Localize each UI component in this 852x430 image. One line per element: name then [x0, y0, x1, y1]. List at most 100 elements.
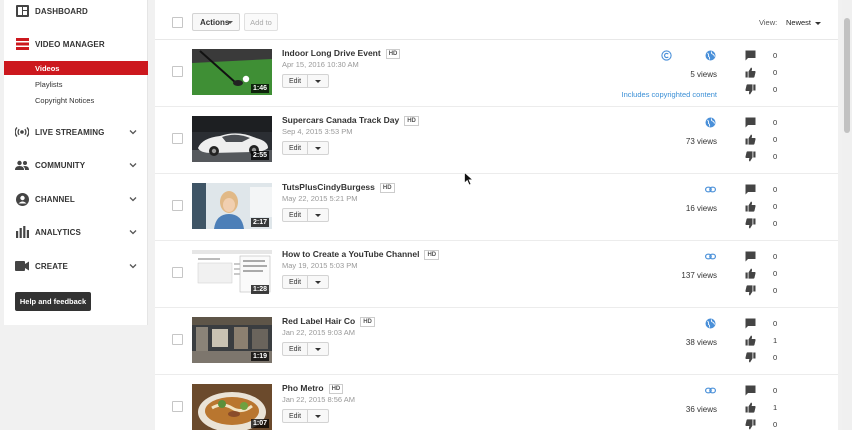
- row-checkbox[interactable]: [172, 267, 183, 278]
- row-checkbox[interactable]: [172, 334, 183, 345]
- nav-analytics-label: ANALYTICS: [35, 227, 81, 237]
- view-count: 38 views: [685, 338, 717, 347]
- row-checkbox[interactable]: [172, 133, 183, 144]
- edit-group: Edit: [282, 208, 329, 222]
- dislikes-stat: 0: [745, 84, 785, 96]
- edit-button[interactable]: Edit: [282, 141, 308, 155]
- nav-video-manager[interactable]: VIDEO MANAGER: [4, 34, 148, 54]
- nav-community[interactable]: COMMUNITY: [4, 155, 148, 175]
- video-duration: 1:19: [250, 352, 269, 361]
- add-to-button: Add to: [244, 13, 278, 31]
- video-row: 1:07 Pho Metro HD Jan 22, 2015 8:56 AM Ed…: [155, 375, 838, 430]
- edit-dropdown-button[interactable]: [308, 275, 329, 289]
- hd-badge: HD: [328, 383, 344, 394]
- video-thumbnail[interactable]: 2:55: [192, 116, 272, 162]
- nav-channel[interactable]: CHANNEL: [4, 189, 148, 209]
- sidebar-item-videos[interactable]: Videos: [4, 61, 148, 75]
- nav-create[interactable]: CREATE: [4, 256, 148, 276]
- sort-value: Newest: [786, 18, 812, 27]
- comment-icon: [745, 50, 756, 61]
- video-title[interactable]: Red Label Hair Co HD: [282, 316, 375, 327]
- row-checkbox[interactable]: [172, 200, 183, 211]
- sidebar-item-copyright-notices[interactable]: Copyright Notices: [4, 93, 148, 107]
- edit-dropdown-button[interactable]: [308, 208, 329, 222]
- video-list-panel: Actions Add to View: Newest 1:46 Indoor …: [155, 0, 838, 430]
- video-row: 1:28 How to Create a YouTube Channel HD M…: [155, 241, 838, 308]
- live-streaming-icon: [15, 125, 29, 139]
- edit-group: Edit: [282, 275, 329, 289]
- link-icon[interactable]: [705, 251, 716, 262]
- globe-icon[interactable]: [705, 50, 716, 61]
- chevron-down-icon: [129, 163, 137, 168]
- nav-live-streaming[interactable]: LIVE STREAMING: [4, 122, 148, 142]
- edit-dropdown-button[interactable]: [308, 409, 329, 423]
- edit-button[interactable]: Edit: [282, 208, 308, 222]
- thumbs-up-icon: [745, 335, 756, 346]
- video-title[interactable]: Indoor Long Drive Event HD: [282, 48, 401, 59]
- nav-analytics[interactable]: ANALYTICS: [4, 222, 148, 242]
- comment-icon: [745, 251, 756, 262]
- edit-button[interactable]: Edit: [282, 409, 308, 423]
- link-icon[interactable]: [705, 385, 716, 396]
- dislikes-stat: 0: [745, 218, 785, 230]
- dislikes-count: 0: [773, 152, 778, 161]
- edit-button[interactable]: Edit: [282, 275, 308, 289]
- caret-down-icon: [815, 21, 822, 25]
- edit-dropdown-button[interactable]: [308, 74, 329, 88]
- thumbs-up-icon: [745, 402, 756, 413]
- video-thumbnail[interactable]: 1:46: [192, 49, 272, 95]
- video-thumbnail[interactable]: 1:28: [192, 250, 272, 296]
- globe-icon[interactable]: [705, 318, 716, 329]
- actions-button[interactable]: Actions: [192, 13, 240, 31]
- video-date: Jan 22, 2015 9:03 AM: [282, 328, 355, 337]
- thumbs-down-icon: [745, 151, 756, 162]
- video-thumbnail[interactable]: 1:19: [192, 317, 272, 363]
- channel-icon: [15, 192, 29, 206]
- video-duration: 2:55: [250, 151, 269, 160]
- comment-icon: [745, 385, 756, 396]
- likes-count: 0: [773, 68, 778, 77]
- view-count: 16 views: [685, 204, 717, 213]
- likes-count: 1: [773, 336, 778, 345]
- video-duration: 2:17: [250, 218, 269, 227]
- actions-label: Actions: [200, 17, 230, 27]
- edit-dropdown-button[interactable]: [308, 342, 329, 356]
- dislikes-count: 0: [773, 286, 778, 295]
- likes-stat: 0: [745, 268, 785, 280]
- dislikes-count: 0: [773, 420, 778, 429]
- video-thumbnail[interactable]: 1:07: [192, 384, 272, 430]
- video-title[interactable]: How to Create a YouTube Channel HD: [282, 249, 440, 260]
- page-scrollbar[interactable]: [842, 0, 852, 430]
- chevron-down-icon: [129, 230, 137, 235]
- likes-stat: 1: [745, 402, 785, 414]
- thumbs-down-icon: [745, 419, 756, 430]
- edit-button[interactable]: Edit: [282, 342, 308, 356]
- select-all-checkbox[interactable]: [172, 17, 183, 28]
- caret-down-icon: [227, 21, 233, 24]
- row-checkbox[interactable]: [172, 66, 183, 77]
- nav-dashboard[interactable]: DASHBOARD: [4, 1, 148, 21]
- comments-stat: 0: [745, 251, 785, 263]
- likes-stat: 1: [745, 335, 785, 347]
- link-icon[interactable]: [705, 184, 716, 195]
- sidebar-item-playlists[interactable]: Playlists: [4, 77, 148, 91]
- nav-dashboard-label: DASHBOARD: [35, 6, 88, 16]
- row-checkbox[interactable]: [172, 401, 183, 412]
- edit-dropdown-button[interactable]: [308, 141, 329, 155]
- help-and-feedback-button[interactable]: Help and feedback: [15, 292, 91, 311]
- video-thumbnail[interactable]: 2:17: [192, 183, 272, 229]
- copyright-icon[interactable]: [661, 50, 672, 61]
- video-title[interactable]: TutsPlusCindyBurgess HD: [282, 182, 395, 193]
- video-title[interactable]: Pho Metro HD: [282, 383, 344, 394]
- video-date: May 22, 2015 5:21 PM: [282, 194, 358, 203]
- nav-community-label: COMMUNITY: [35, 160, 86, 170]
- copyright-notice-link[interactable]: Includes copyrighted content: [622, 90, 717, 99]
- sort-select[interactable]: Newest: [786, 18, 822, 27]
- scrollbar-thumb[interactable]: [844, 18, 850, 133]
- edit-button[interactable]: Edit: [282, 74, 308, 88]
- globe-icon[interactable]: [705, 117, 716, 128]
- thumbs-up-icon: [745, 134, 756, 145]
- video-date: Apr 15, 2016 10:30 AM: [282, 60, 359, 69]
- chevron-down-icon: [129, 264, 137, 269]
- video-title[interactable]: Supercars Canada Track Day HD: [282, 115, 419, 126]
